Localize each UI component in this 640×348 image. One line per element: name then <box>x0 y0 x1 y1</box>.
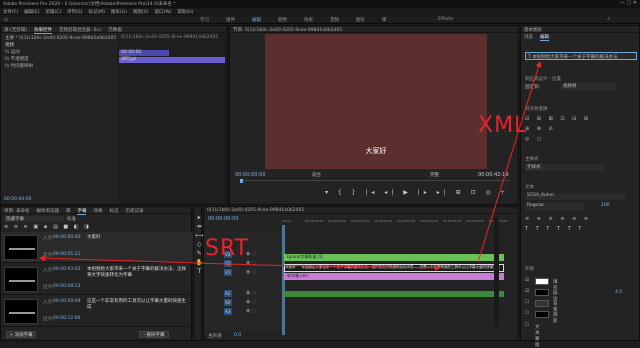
annotation-overlay <box>39 61 542 271</box>
xml-arrow <box>477 61 542 263</box>
srt-arrow-right <box>257 264 441 271</box>
xml-label: XML <box>478 113 528 138</box>
srt-label: SRT <box>205 236 250 261</box>
